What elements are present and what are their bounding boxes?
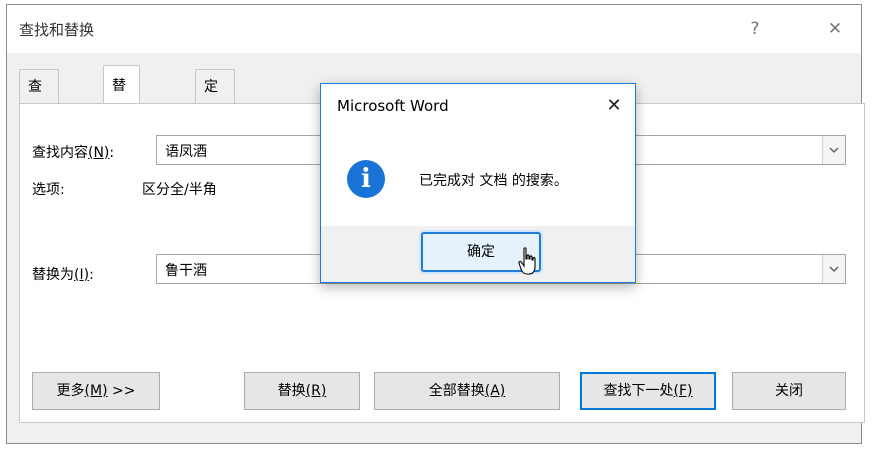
replace-all-label: 全部替换 bbox=[428, 383, 485, 399]
close-button[interactable]: ✕ bbox=[815, 15, 855, 43]
chevron-down-icon[interactable] bbox=[822, 136, 845, 164]
tab-replace[interactable]: 替换(P) bbox=[103, 65, 141, 174]
title-bar: 查找和替换 ? ✕ bbox=[7, 5, 861, 53]
replace-button-key: (R) bbox=[305, 383, 327, 399]
mouse-pointer-icon bbox=[518, 247, 536, 275]
dialog-close-button[interactable]: 关闭 bbox=[732, 372, 846, 410]
find-next-button[interactable]: 查找下一处(F) bbox=[580, 372, 716, 410]
replace-with-label: 替换为(I): bbox=[32, 264, 94, 284]
tab-goto[interactable]: 定位(G) bbox=[195, 69, 235, 165]
replace-all-key: (A) bbox=[484, 383, 506, 399]
more-button-key: (M) bbox=[84, 383, 108, 399]
replace-button-label: 替换 bbox=[277, 383, 306, 399]
chevron-down-icon[interactable] bbox=[822, 255, 845, 283]
more-button-suffix: >> bbox=[107, 383, 136, 399]
find-what-value[interactable]: 语凤酒 bbox=[165, 141, 207, 161]
tab-find[interactable]: 查找(D) bbox=[19, 69, 59, 165]
options-value: 区分全/半角 bbox=[142, 182, 217, 198]
replace-all-button[interactable]: 全部替换(A) bbox=[374, 372, 560, 410]
find-next-key: (F) bbox=[673, 383, 693, 399]
message-box-title: Microsoft Word bbox=[337, 97, 449, 115]
find-next-label: 查找下一处 bbox=[603, 383, 674, 399]
replace-button[interactable]: 替换(R) bbox=[244, 372, 360, 410]
more-button[interactable]: 更多(M) >> bbox=[32, 372, 160, 410]
find-what-text: 查找内容 bbox=[32, 145, 88, 161]
replace-with-value[interactable]: 鲁干酒 bbox=[165, 260, 207, 280]
message-box: Microsoft Word ✕ i 已完成对 文档 的搜索。 确定 bbox=[320, 83, 636, 283]
replace-with-suffix: : bbox=[89, 267, 94, 283]
message-box-footer: 确定 bbox=[321, 226, 635, 282]
message-box-close-button[interactable]: ✕ bbox=[599, 92, 629, 120]
message-text: 已完成对 文档 的搜索。 bbox=[419, 173, 568, 189]
help-button[interactable]: ? bbox=[735, 15, 775, 43]
dialog-title: 查找和替换 bbox=[19, 21, 95, 39]
replace-with-key: (I) bbox=[74, 267, 90, 283]
find-what-label: 查找内容(N): bbox=[32, 142, 114, 162]
find-what-key: (N) bbox=[88, 145, 110, 161]
message-box-body: i 已完成对 文档 的搜索。 bbox=[321, 132, 635, 226]
more-button-label: 更多 bbox=[56, 383, 85, 399]
options-label: 选项: bbox=[32, 182, 65, 198]
info-icon: i bbox=[347, 160, 385, 198]
find-what-suffix: : bbox=[109, 145, 115, 161]
replace-with-text: 替换为 bbox=[32, 267, 74, 283]
